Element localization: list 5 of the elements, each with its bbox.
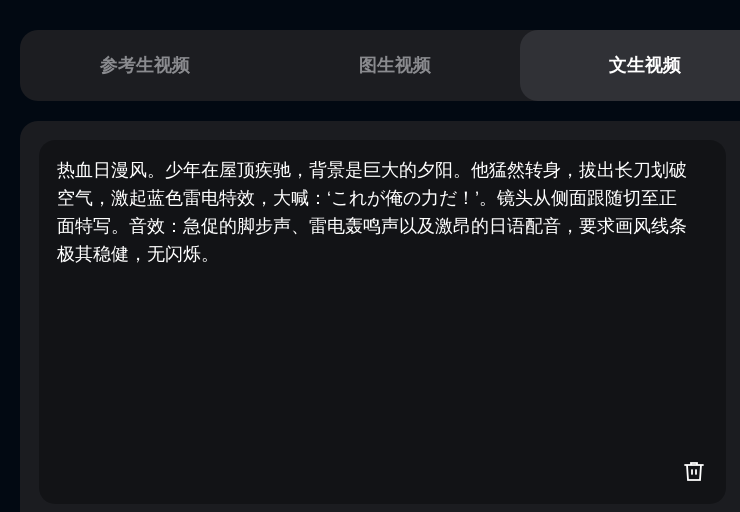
trash-icon[interactable] [682,459,706,483]
tab[interactable]: 参考生视频 [20,30,270,101]
tab[interactable]: 图生视频 [270,30,520,101]
prompt-field[interactable]: 热血日漫风。少年在屋顶疾驰，背景是巨大的夕阳。他猛然转身，拔出长刀划破空气，激起蓝色雷电特效，大喊：‘これが俺の力だ！’。镜头从侧面跟随切至正面特写。音效：急促的脚步声、雷电轰鸣声以及激昂的日语配音，要求画风线条极其稳健，无闪烁。 [39,140,726,504]
tab[interactable]: 文生视频 [520,30,740,101]
